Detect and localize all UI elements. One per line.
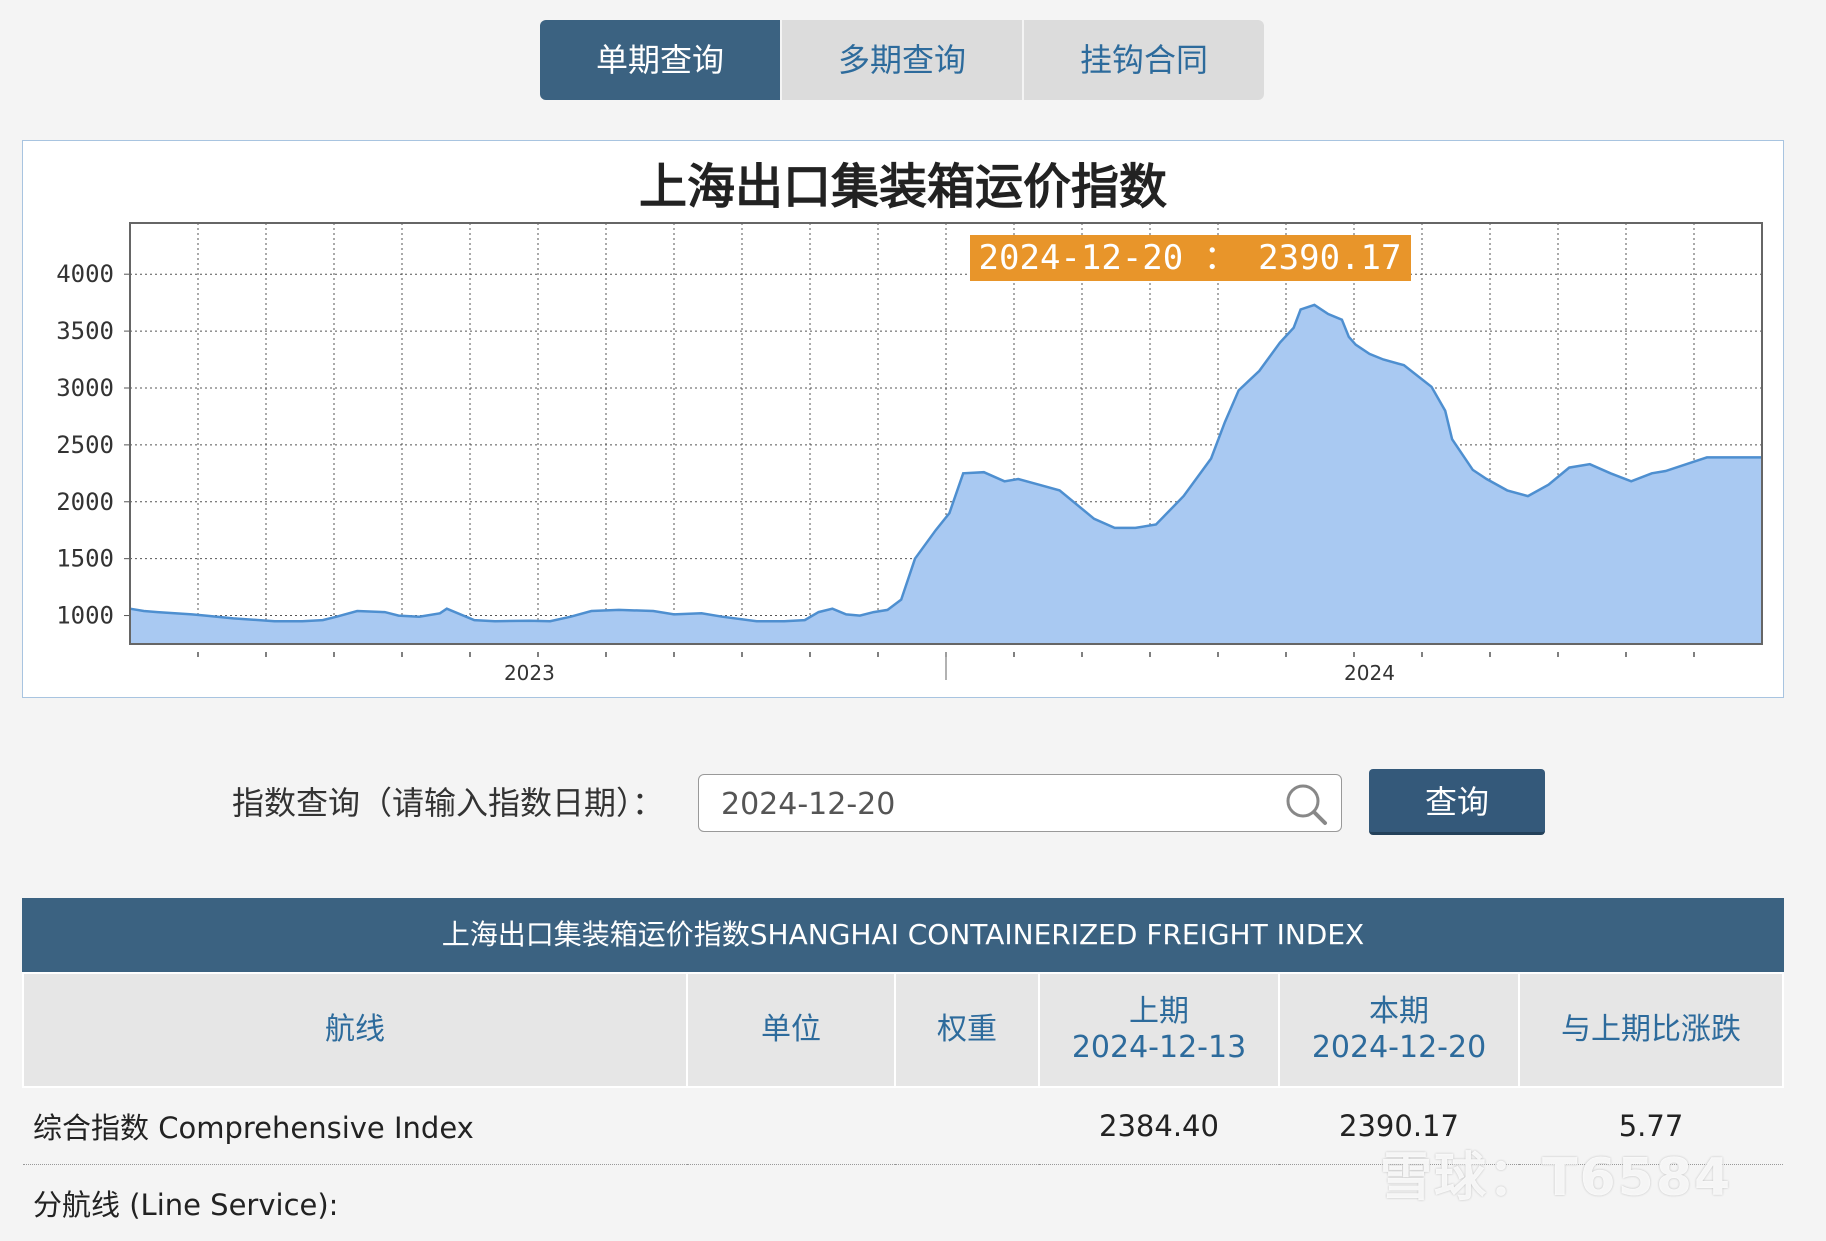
col-curr-date: 2024-12-20: [1281, 1030, 1517, 1066]
freight-index-chart: 4000 3500 3000 2500 2000 1500 1000 2023 2024 2024…: [23, 141, 1783, 697]
chart-title: 上海出口集装箱运价指数: [23, 147, 1783, 217]
col-curr: 本期 2024-12-20: [1279, 973, 1519, 1087]
y-tick-label: 2000: [56, 488, 114, 516]
chart-panel: 4000 3500 3000 2500 2000 1500 1000 2023 2024 2024…: [22, 140, 1784, 698]
col-prev: 上期 2024-12-13: [1039, 973, 1279, 1087]
table-header-row: 航线 单位 权重 上期 2024-12-13 本期 2024-12-20 与上期…: [23, 973, 1783, 1087]
col-curr-label: 本期: [1281, 994, 1517, 1030]
col-change: 与上期比涨跌: [1519, 973, 1783, 1087]
col-unit: 单位: [687, 973, 895, 1087]
watermark: 雪球：T6584: [1380, 1135, 1732, 1210]
col-weight: 权重: [895, 973, 1039, 1087]
row-name: 综合指数 Comprehensive Index: [23, 1087, 687, 1165]
tab-linked-contract[interactable]: 挂钩合同: [1024, 20, 1264, 100]
y-tick-label: 3500: [56, 317, 114, 345]
col-prev-label: 上期: [1041, 994, 1277, 1030]
x-tick-label: 2024: [1344, 661, 1395, 685]
row-weight: [895, 1087, 1039, 1165]
row-prev: 2384.40: [1039, 1087, 1279, 1165]
date-input[interactable]: [719, 783, 1263, 825]
tab-bar: 单期查询 多期查询 挂钩合同: [540, 20, 1266, 100]
tooltip-label: 2024-12-20 ： 2390.17: [979, 238, 1402, 278]
date-input-box[interactable]: [698, 774, 1342, 832]
y-tick-label: 4000: [56, 260, 114, 288]
y-tick-label: 1000: [56, 602, 114, 630]
query-label: 指数查询（请输入指数日期）：: [232, 778, 664, 824]
tab-single-period[interactable]: 单期查询: [540, 20, 780, 100]
search-icon[interactable]: [1283, 781, 1329, 827]
x-tick-label: 2023: [504, 661, 555, 685]
y-tick-label: 3000: [56, 374, 114, 402]
table-title: 上海出口集装箱运价指数SHANGHAI CONTAINERIZED FREIGH…: [22, 898, 1784, 972]
row-unit: [687, 1087, 895, 1165]
col-route: 航线: [23, 973, 687, 1087]
y-tick-label: 1500: [56, 545, 114, 573]
y-tick-label: 2500: [56, 431, 114, 459]
tab-multi-period[interactable]: 多期查询: [782, 20, 1022, 100]
query-button[interactable]: 查询: [1369, 769, 1545, 835]
col-prev-date: 2024-12-13: [1041, 1030, 1277, 1066]
